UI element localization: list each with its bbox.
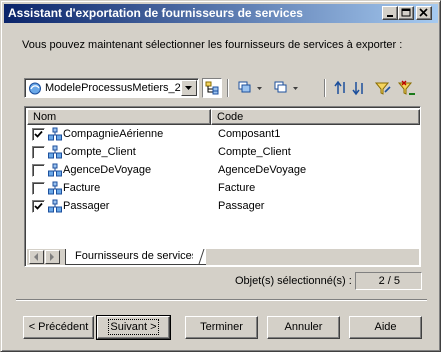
model-select-dropdown-button[interactable] [181,80,197,96]
clear-filter-button[interactable] [397,78,417,98]
service-provider-icon [48,181,62,195]
service-provider-icon [48,163,62,177]
list-row[interactable]: Passager Passager [27,197,417,215]
close-button[interactable] [416,6,432,20]
hierarchy-button[interactable] [202,78,222,98]
previous-button-label: < Précédent [28,321,89,333]
row-code: Compte_Client [218,146,291,158]
select-all-button[interactable] [237,78,265,98]
arrow-right-icon [50,253,54,261]
row-code: Passager [218,200,265,212]
move-up-button[interactable] [334,78,350,98]
hierarchy-icon [205,81,219,95]
maximize-icon [401,8,411,17]
model-icon [29,82,41,95]
row-code: Composant1 [218,128,281,140]
row-name: CompagnieAérienne [63,128,164,140]
move-down-button[interactable] [352,78,368,98]
wizard-window: Assistant d'exportation de fournisseurs … [0,0,441,352]
window-title: Assistant d'exportation de fournisseurs … [8,6,303,20]
row-checkbox[interactable] [32,146,45,159]
toolbar-separator [324,79,326,97]
list-row[interactable]: Facture Facture [27,179,417,197]
column-header-nom[interactable]: Nom [27,109,211,125]
deselect-all-button[interactable] [273,78,301,98]
list-row[interactable]: AgenceDeVoyage AgenceDeVoyage [27,161,417,179]
row-checkbox[interactable] [32,200,45,213]
row-name: Compte_Client [63,146,136,158]
maximize-button[interactable] [398,6,414,20]
finish-button-label: Terminer [200,321,243,333]
service-provider-icon [48,199,62,213]
service-provider-icon [48,127,62,141]
chevron-down-icon [185,86,192,90]
model-select[interactable]: ModeleProcessusMetiers_2 [24,78,199,98]
tab-fournisseurs-de-services[interactable]: Fournisseurs de services [65,249,207,265]
title-bar: Assistant d'exportation de fournisseurs … [4,4,438,23]
close-icon [419,8,428,17]
help-button-label: Aide [374,321,397,333]
column-header-code[interactable]: Code [211,109,420,125]
tab-scroll-right-button[interactable] [45,250,60,264]
tab-scroll-left-button[interactable] [29,250,44,264]
instruction-text: Vous pouvez maintenant sélectionner les … [22,39,403,51]
list-header: Nom Code [27,109,420,125]
move-up-icon [334,80,345,94]
clear-filter-icon [397,80,415,95]
select-all-icon [238,81,262,93]
filter-icon [374,82,391,95]
move-down-icon [352,82,363,96]
previous-button[interactable]: < Précédent [23,316,94,339]
finish-button[interactable]: Terminer [185,316,258,339]
next-button[interactable]: Suivant > [96,315,171,340]
row-code: Facture [218,182,256,194]
row-checkbox[interactable] [32,164,45,177]
list-tab-bar: Fournisseurs de services [27,249,419,265]
toolbar-separator [227,79,229,97]
service-providers-list[interactable]: Nom Code CompagnieAérienne Composant1 Co… [24,106,421,267]
selection-count-label: Objet(s) sélectionné(s) : [235,275,352,287]
cancel-button-label: Annuler [284,321,323,333]
row-checkbox[interactable] [32,182,45,195]
row-name: Passager [63,200,110,212]
checkmark-icon [34,130,43,138]
footer-separator [16,299,427,301]
minimize-button[interactable] [382,6,398,20]
selection-count-value: 2 / 5 [355,272,422,290]
arrow-left-icon [34,253,38,261]
tab-label: Fournisseurs de services [75,250,198,262]
help-button[interactable]: Aide [349,316,422,339]
model-select-value: ModeleProcessusMetiers_2 [45,82,181,94]
service-provider-icon [48,145,62,159]
row-name: AgenceDeVoyage [63,164,152,176]
deselect-all-icon [274,81,298,93]
minimize-icon [387,15,393,17]
checkmark-icon [34,202,43,210]
row-code: AgenceDeVoyage [218,164,307,176]
list-row[interactable]: CompagnieAérienne Composant1 [27,125,417,143]
row-name: Facture [63,182,101,194]
list-row[interactable]: Compte_Client Compte_Client [27,143,417,161]
filter-button[interactable] [374,78,392,98]
tab-edge [193,249,205,265]
next-button-label: Suivant > [108,319,159,335]
row-checkbox[interactable] [32,128,45,141]
cancel-button[interactable]: Annuler [267,316,340,339]
